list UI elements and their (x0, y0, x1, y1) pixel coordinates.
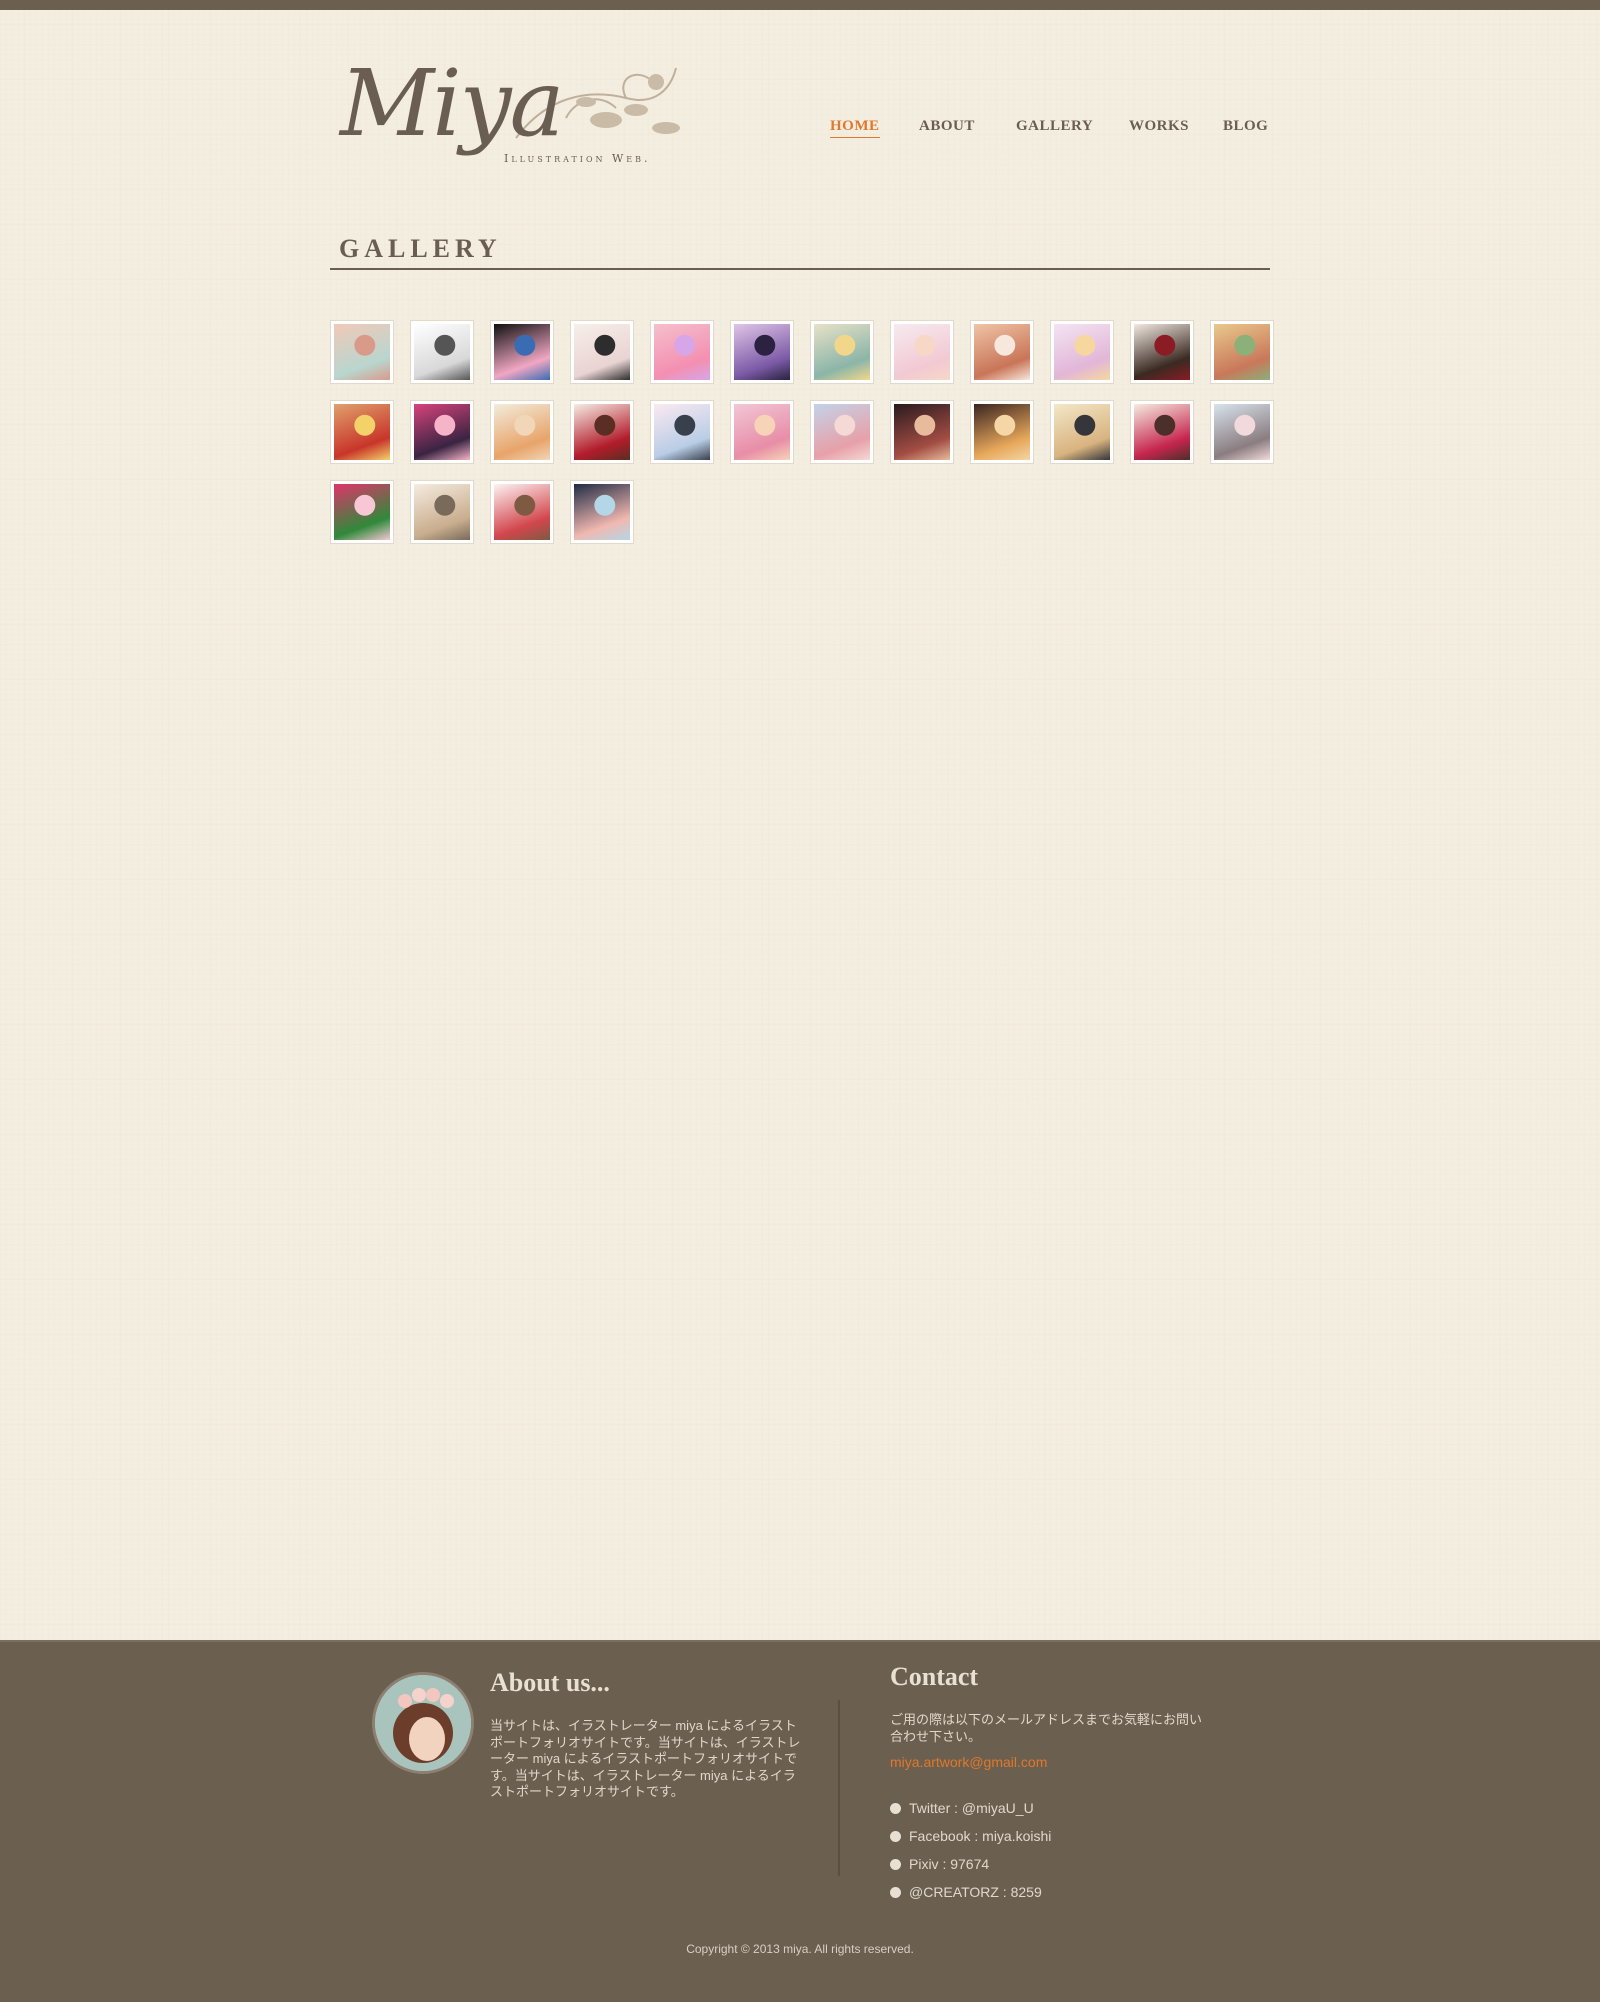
thumbnail-image (494, 324, 550, 380)
contact-text: ご用の際は以下のメールアドレスまでお気軽にお問い合わせ下さい。 (890, 1712, 1203, 1744)
thumbnail-image (1214, 404, 1270, 460)
thumbnail-image (334, 324, 390, 380)
gallery-thumbnail[interactable] (570, 320, 634, 384)
gallery-thumbnail[interactable] (1130, 320, 1194, 384)
gallery-thumbnail[interactable] (650, 400, 714, 464)
gallery-thumbnail[interactable] (730, 320, 794, 384)
thumbnail-image (734, 324, 790, 380)
social-label: @CREATORZ : 8259 (909, 1884, 1042, 1900)
nav-gallery[interactable]: GALLERY (1016, 118, 1093, 135)
thumbnail-image (414, 484, 470, 540)
gallery-thumbnail[interactable] (490, 480, 554, 544)
social-creatorz[interactable]: @CREATORZ : 8259 (890, 1878, 1051, 1906)
gallery-thumbnail[interactable] (650, 320, 714, 384)
gallery-thumbnail[interactable] (570, 480, 634, 544)
thumbnail-image (574, 404, 630, 460)
thumbnail-image (334, 484, 390, 540)
thumbnail-image (414, 324, 470, 380)
top-bar (0, 0, 1600, 10)
thumbnail-image (734, 404, 790, 460)
gallery-thumbnail[interactable] (810, 400, 874, 464)
thumbnail-image (974, 324, 1030, 380)
gallery-thumbnail[interactable] (490, 320, 554, 384)
gallery-thumbnail[interactable] (890, 320, 954, 384)
footer-divider (838, 1700, 840, 1876)
nav-home[interactable]: HOME (830, 118, 880, 138)
thumbnail-image (1214, 324, 1270, 380)
thumbnail-image (894, 324, 950, 380)
page-title: GALLERY (339, 234, 502, 263)
contact-email-link[interactable]: miya.artwork@gmail.com (890, 1754, 1047, 1770)
thumbnail-image (494, 404, 550, 460)
bullet-icon (890, 1858, 901, 1870)
thumbnail-image (1054, 404, 1110, 460)
about-text: 当サイトは、イラストレーター miya によるイラストポートフォリオサイトです。… (490, 1718, 801, 1799)
nav-works[interactable]: WORKS (1129, 118, 1189, 135)
thumbnail-image (814, 404, 870, 460)
gallery-thumbnail[interactable] (410, 400, 474, 464)
social-pixiv[interactable]: Pixiv : 97674 (890, 1850, 1051, 1878)
gallery-thumbnail[interactable] (490, 400, 554, 464)
thumbnail-image (494, 484, 550, 540)
bullet-icon (890, 1886, 901, 1898)
title-divider (330, 268, 1270, 270)
thumbnail-image (654, 404, 710, 460)
social-label: Facebook : miya.koishi (909, 1828, 1052, 1844)
gallery-thumbnail[interactable] (410, 480, 474, 544)
gallery-thumbnail[interactable] (730, 400, 794, 464)
nav-about[interactable]: ABOUT (919, 118, 975, 135)
gallery-thumbnail[interactable] (1210, 320, 1274, 384)
thumbnail-image (1054, 324, 1110, 380)
gallery-thumbnail[interactable] (1130, 400, 1194, 464)
gallery-thumbnail[interactable] (570, 400, 634, 464)
gallery-thumbnail[interactable] (810, 320, 874, 384)
social-twitter[interactable]: Twitter : @miyaU_U (890, 1794, 1051, 1822)
contact-title: Contact (890, 1662, 979, 1691)
nav-blog[interactable]: BLOG (1223, 118, 1268, 135)
gallery-thumbnail[interactable] (330, 480, 394, 544)
about-title: About us... (490, 1668, 610, 1697)
gallery-thumbnail[interactable] (1050, 400, 1114, 464)
avatar-illustration-icon (375, 1675, 471, 1771)
social-links: Twitter : @miyaU_U Facebook : miya.koish… (890, 1794, 1051, 1906)
bullet-icon (890, 1830, 901, 1842)
social-facebook[interactable]: Facebook : miya.koishi (890, 1822, 1051, 1850)
gallery-thumbnail[interactable] (330, 400, 394, 464)
thumbnail-image (334, 404, 390, 460)
copyright: Copyright © 2013 miya. All rights reserv… (686, 1942, 914, 1956)
gallery-thumbnail[interactable] (330, 320, 394, 384)
thumbnail-image (574, 324, 630, 380)
thumbnail-image (414, 404, 470, 460)
gallery-thumbnail[interactable] (890, 400, 954, 464)
site-logo[interactable]: Miya Illustration Web. (336, 58, 686, 186)
social-label: Twitter : @miyaU_U (909, 1800, 1034, 1816)
thumbnail-image (974, 404, 1030, 460)
thumbnail-image (814, 324, 870, 380)
logo-subtitle: Illustration Web. (504, 152, 651, 165)
thumbnail-image (574, 484, 630, 540)
gallery-thumbnail[interactable] (970, 400, 1034, 464)
profile-avatar (372, 1672, 474, 1774)
thumbnail-image (1134, 404, 1190, 460)
bullet-icon (890, 1802, 901, 1814)
gallery-thumbnail[interactable] (410, 320, 474, 384)
thumbnail-image (1134, 324, 1190, 380)
logo-wordmark: Miya (340, 50, 564, 157)
gallery-thumbnail[interactable] (1050, 320, 1114, 384)
gallery-thumbnail[interactable] (970, 320, 1034, 384)
thumbnail-image (894, 404, 950, 460)
thumbnail-image (654, 324, 710, 380)
social-label: Pixiv : 97674 (909, 1856, 990, 1872)
gallery-thumbnail[interactable] (1210, 400, 1274, 464)
